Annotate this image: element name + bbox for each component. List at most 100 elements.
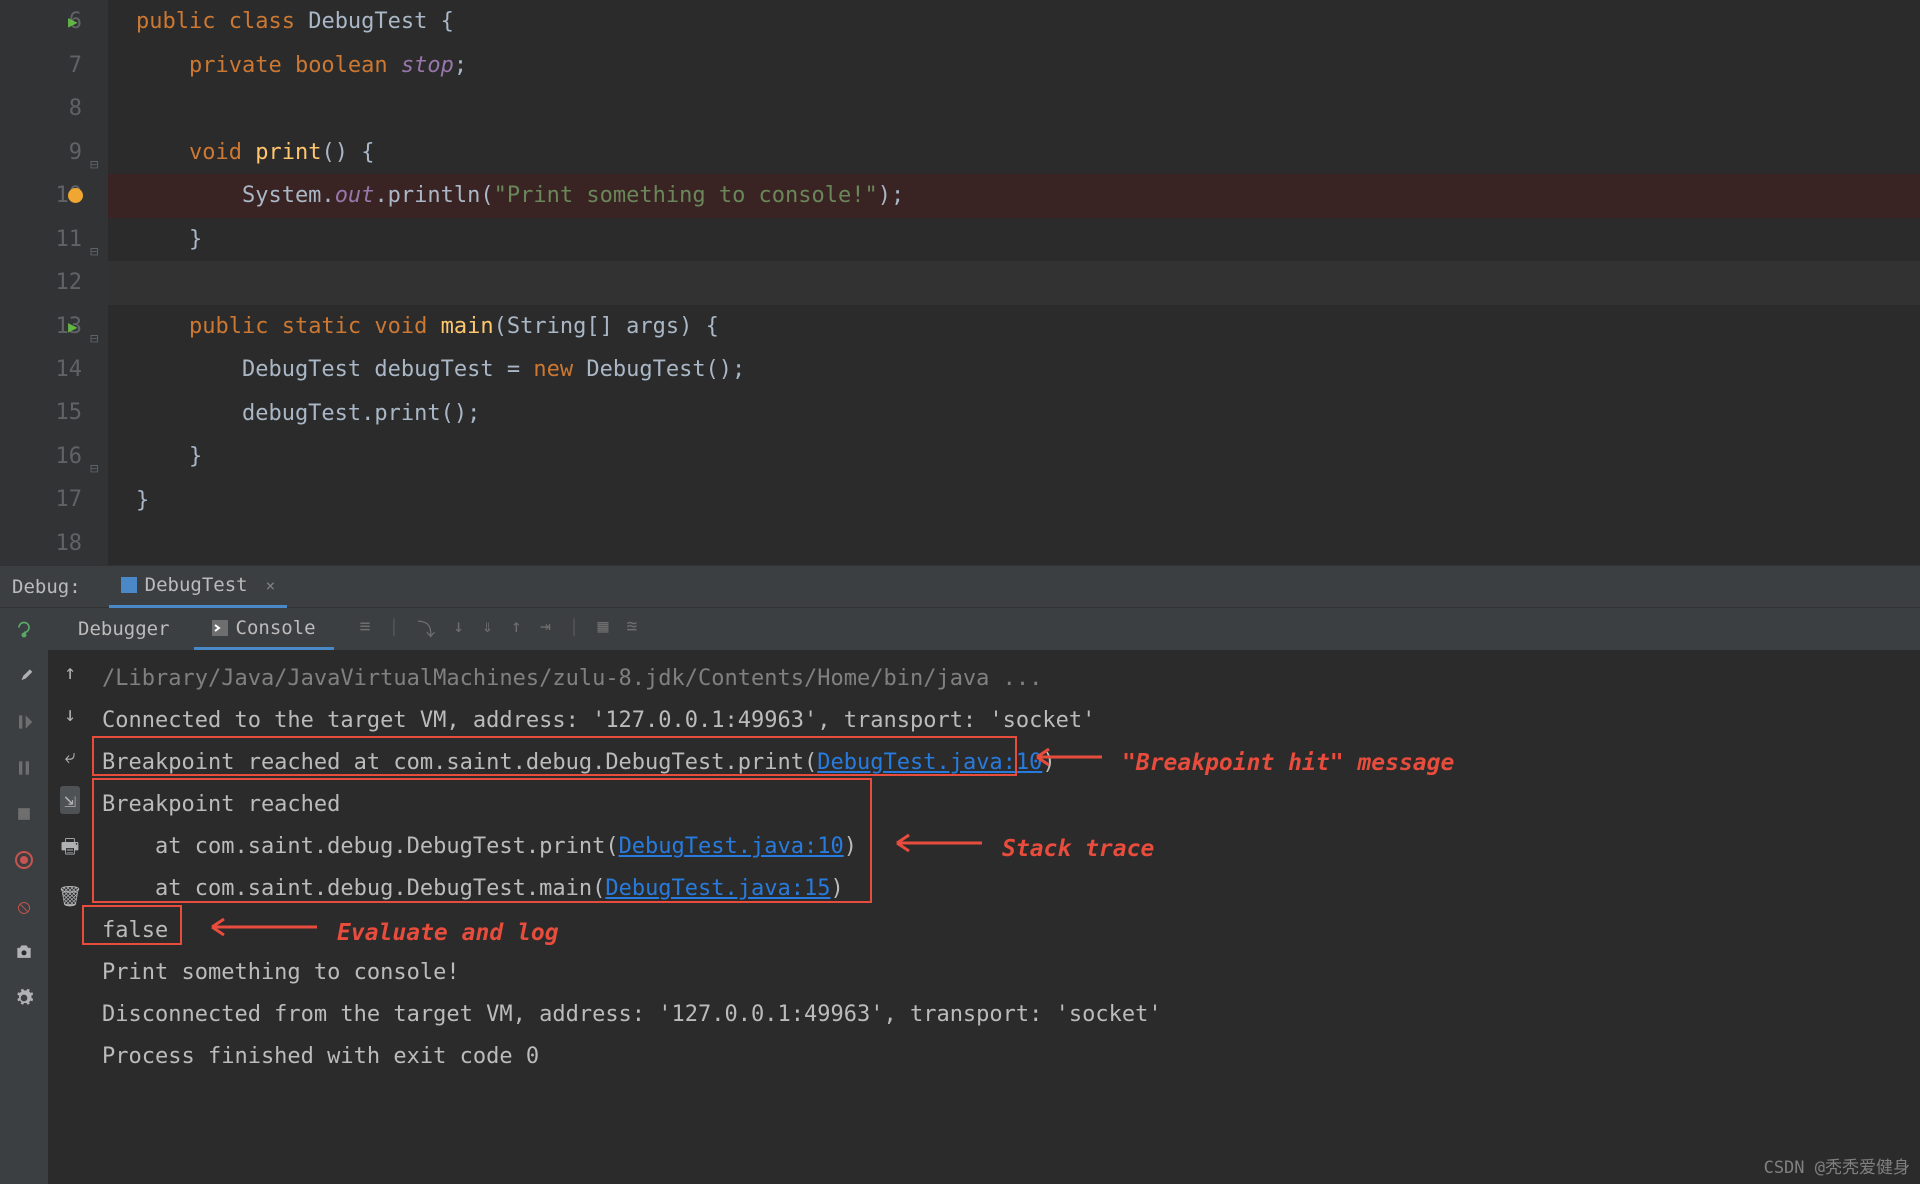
line-number: 12 bbox=[56, 270, 83, 295]
fold-close-icon[interactable]: ⊟ bbox=[90, 448, 98, 492]
tab-console[interactable]: Console bbox=[194, 608, 334, 650]
camera-icon[interactable] bbox=[12, 940, 36, 964]
brace: } bbox=[136, 444, 202, 469]
mute-breakpoints-icon[interactable]: ⦸ bbox=[12, 894, 36, 918]
console-toolbar-icons: ≡ | ⤵ ↓ ⇓ ↑ ⇥ | ▦ ≊ bbox=[360, 616, 638, 642]
debug-side-toolbar: ⦸ bbox=[0, 608, 48, 1184]
field: stop bbox=[388, 53, 454, 78]
scroll-up-icon[interactable]: ↑ bbox=[64, 660, 76, 684]
brace: } bbox=[136, 227, 202, 252]
line-number: 16 bbox=[56, 444, 83, 469]
run-icon[interactable]: ▶ bbox=[68, 12, 78, 31]
settings-icon[interactable] bbox=[12, 986, 36, 1010]
clear-icon[interactable]: 🗑 bbox=[57, 884, 82, 908]
console-icon bbox=[212, 620, 228, 636]
line-number: 9 bbox=[69, 140, 82, 165]
run-icon[interactable]: ▶ bbox=[68, 317, 78, 336]
tab-label: Console bbox=[236, 617, 316, 639]
console-area: Debugger Console ≡ | ⤵ ↓ ⇓ ↑ ⇥ | ▦ ≊ ↑ ↓ bbox=[48, 608, 1920, 1184]
code-content[interactable]: public class DebugTest { private boolean… bbox=[108, 0, 1920, 565]
watermark: CSDN @秃秃爱健身 bbox=[1764, 1153, 1910, 1178]
debug-panel: ⦸ Debugger Console ≡ | ⤵ ↓ ⇓ ↑ ⇥ | ▦ ≊ bbox=[0, 607, 1920, 1184]
rerun-icon[interactable] bbox=[12, 618, 36, 642]
arrow-icon bbox=[887, 828, 987, 858]
keyword: new bbox=[533, 357, 573, 382]
punct: () { bbox=[321, 140, 374, 165]
console-line: Breakpoint reached at com.saint.debug.De… bbox=[102, 742, 1920, 784]
line-number: 14 bbox=[56, 357, 83, 382]
scroll-to-end-icon[interactable]: ⇲ bbox=[60, 786, 80, 814]
print-icon[interactable]: 🖶 bbox=[61, 832, 80, 866]
resume-icon[interactable] bbox=[12, 710, 36, 734]
console-line: Print something to console! bbox=[102, 952, 1920, 994]
console-body: ↑ ↓ ⤶ ⇲ 🖶 🗑 /Library/Java/JavaVirtualMac… bbox=[48, 650, 1920, 1184]
evaluate-icon[interactable]: ▦ bbox=[598, 616, 609, 642]
class-name: DebugTest bbox=[295, 9, 441, 34]
line-number: 7 bbox=[69, 53, 82, 78]
tab-label: DebugTest bbox=[145, 574, 248, 596]
line-number: 15 bbox=[56, 400, 83, 425]
debug-toolbar: Debug: DebugTest × bbox=[0, 565, 1920, 607]
fold-close-icon[interactable]: ⊟ bbox=[90, 231, 98, 275]
line-number: 11 bbox=[56, 227, 83, 252]
file-link[interactable]: DebugTest.java:10 bbox=[817, 750, 1042, 775]
code: debugTest.print(); bbox=[136, 401, 480, 426]
console-tabs: Debugger Console ≡ | ⤵ ↓ ⇓ ↑ ⇥ | ▦ ≊ bbox=[48, 608, 1920, 650]
console-side-toolbar: ↑ ↓ ⤶ ⇲ 🖶 🗑 bbox=[48, 650, 92, 1184]
brace: { bbox=[441, 9, 454, 34]
code: .println( bbox=[374, 183, 493, 208]
trace-icon[interactable]: ≊ bbox=[626, 616, 637, 642]
console-output[interactable]: /Library/Java/JavaVirtualMachines/zulu-8… bbox=[92, 650, 1920, 1184]
wrench-icon[interactable] bbox=[12, 664, 36, 688]
console-line: at com.saint.debug.DebugTest.main(DebugT… bbox=[102, 868, 1920, 910]
console-line: Connected to the target VM, address: '12… bbox=[102, 700, 1920, 742]
threads-icon[interactable]: ≡ bbox=[360, 616, 371, 642]
keyword: void bbox=[189, 140, 242, 165]
punct: ); bbox=[878, 183, 905, 208]
pause-icon[interactable] bbox=[12, 756, 36, 780]
step-over-icon[interactable]: ⤵ bbox=[417, 616, 435, 642]
line-number: 8 bbox=[69, 96, 82, 121]
keyword: private boolean bbox=[189, 53, 388, 78]
punct: (String[] args) { bbox=[494, 314, 719, 339]
code-editor: 6▶ 7 8 9 10 11 12 13▶ 14 15 16 17 18 pub… bbox=[0, 0, 1920, 565]
method: print bbox=[242, 140, 321, 165]
type: DebugTest bbox=[136, 357, 361, 382]
debug-label: Debug: bbox=[12, 576, 81, 598]
arrow-icon bbox=[202, 912, 322, 942]
code: DebugTest(); bbox=[573, 357, 745, 382]
console-line: Breakpoint reached bbox=[102, 784, 1920, 826]
annotation-text: Stack trace bbox=[1002, 828, 1154, 870]
tab-debugger[interactable]: Debugger bbox=[60, 608, 188, 650]
run-to-cursor-icon[interactable]: ⇥ bbox=[540, 616, 551, 642]
code: debugTest = bbox=[361, 357, 533, 382]
soft-wrap-icon[interactable]: ⤶ bbox=[64, 744, 75, 768]
console-line: /Library/Java/JavaVirtualMachines/zulu-8… bbox=[102, 658, 1920, 700]
step-out-icon[interactable]: ↑ bbox=[511, 616, 522, 642]
tab-label: Debugger bbox=[78, 618, 170, 640]
stop-icon[interactable] bbox=[12, 802, 36, 826]
close-icon[interactable]: × bbox=[266, 576, 276, 595]
force-step-icon[interactable]: ⇓ bbox=[482, 616, 493, 642]
arrow-icon bbox=[1027, 742, 1107, 772]
punct: ; bbox=[454, 53, 467, 78]
string: "Print something to console!" bbox=[494, 183, 878, 208]
file-link[interactable]: DebugTest.java:10 bbox=[619, 834, 844, 859]
annotation-text: Evaluate and log bbox=[337, 912, 559, 954]
view-breakpoints-icon[interactable] bbox=[12, 848, 36, 872]
console-line: Disconnected from the target VM, address… bbox=[102, 994, 1920, 1036]
debug-tab[interactable]: DebugTest × bbox=[109, 566, 288, 608]
tab-icon bbox=[121, 577, 137, 593]
line-number: 17 bbox=[56, 487, 83, 512]
keyword: public static void bbox=[189, 314, 427, 339]
method: main bbox=[427, 314, 493, 339]
code: System. bbox=[136, 183, 335, 208]
step-into-icon[interactable]: ↓ bbox=[453, 616, 464, 642]
fold-icon[interactable]: ⊟ bbox=[90, 144, 98, 188]
scroll-down-icon[interactable]: ↓ bbox=[64, 702, 76, 726]
file-link[interactable]: DebugTest.java:15 bbox=[605, 876, 830, 901]
keyword: public class bbox=[136, 9, 295, 34]
fold-icon[interactable]: ⊟ bbox=[90, 318, 98, 362]
brace: } bbox=[136, 488, 149, 513]
annotation-text: "Breakpoint hit" message bbox=[1122, 742, 1454, 784]
